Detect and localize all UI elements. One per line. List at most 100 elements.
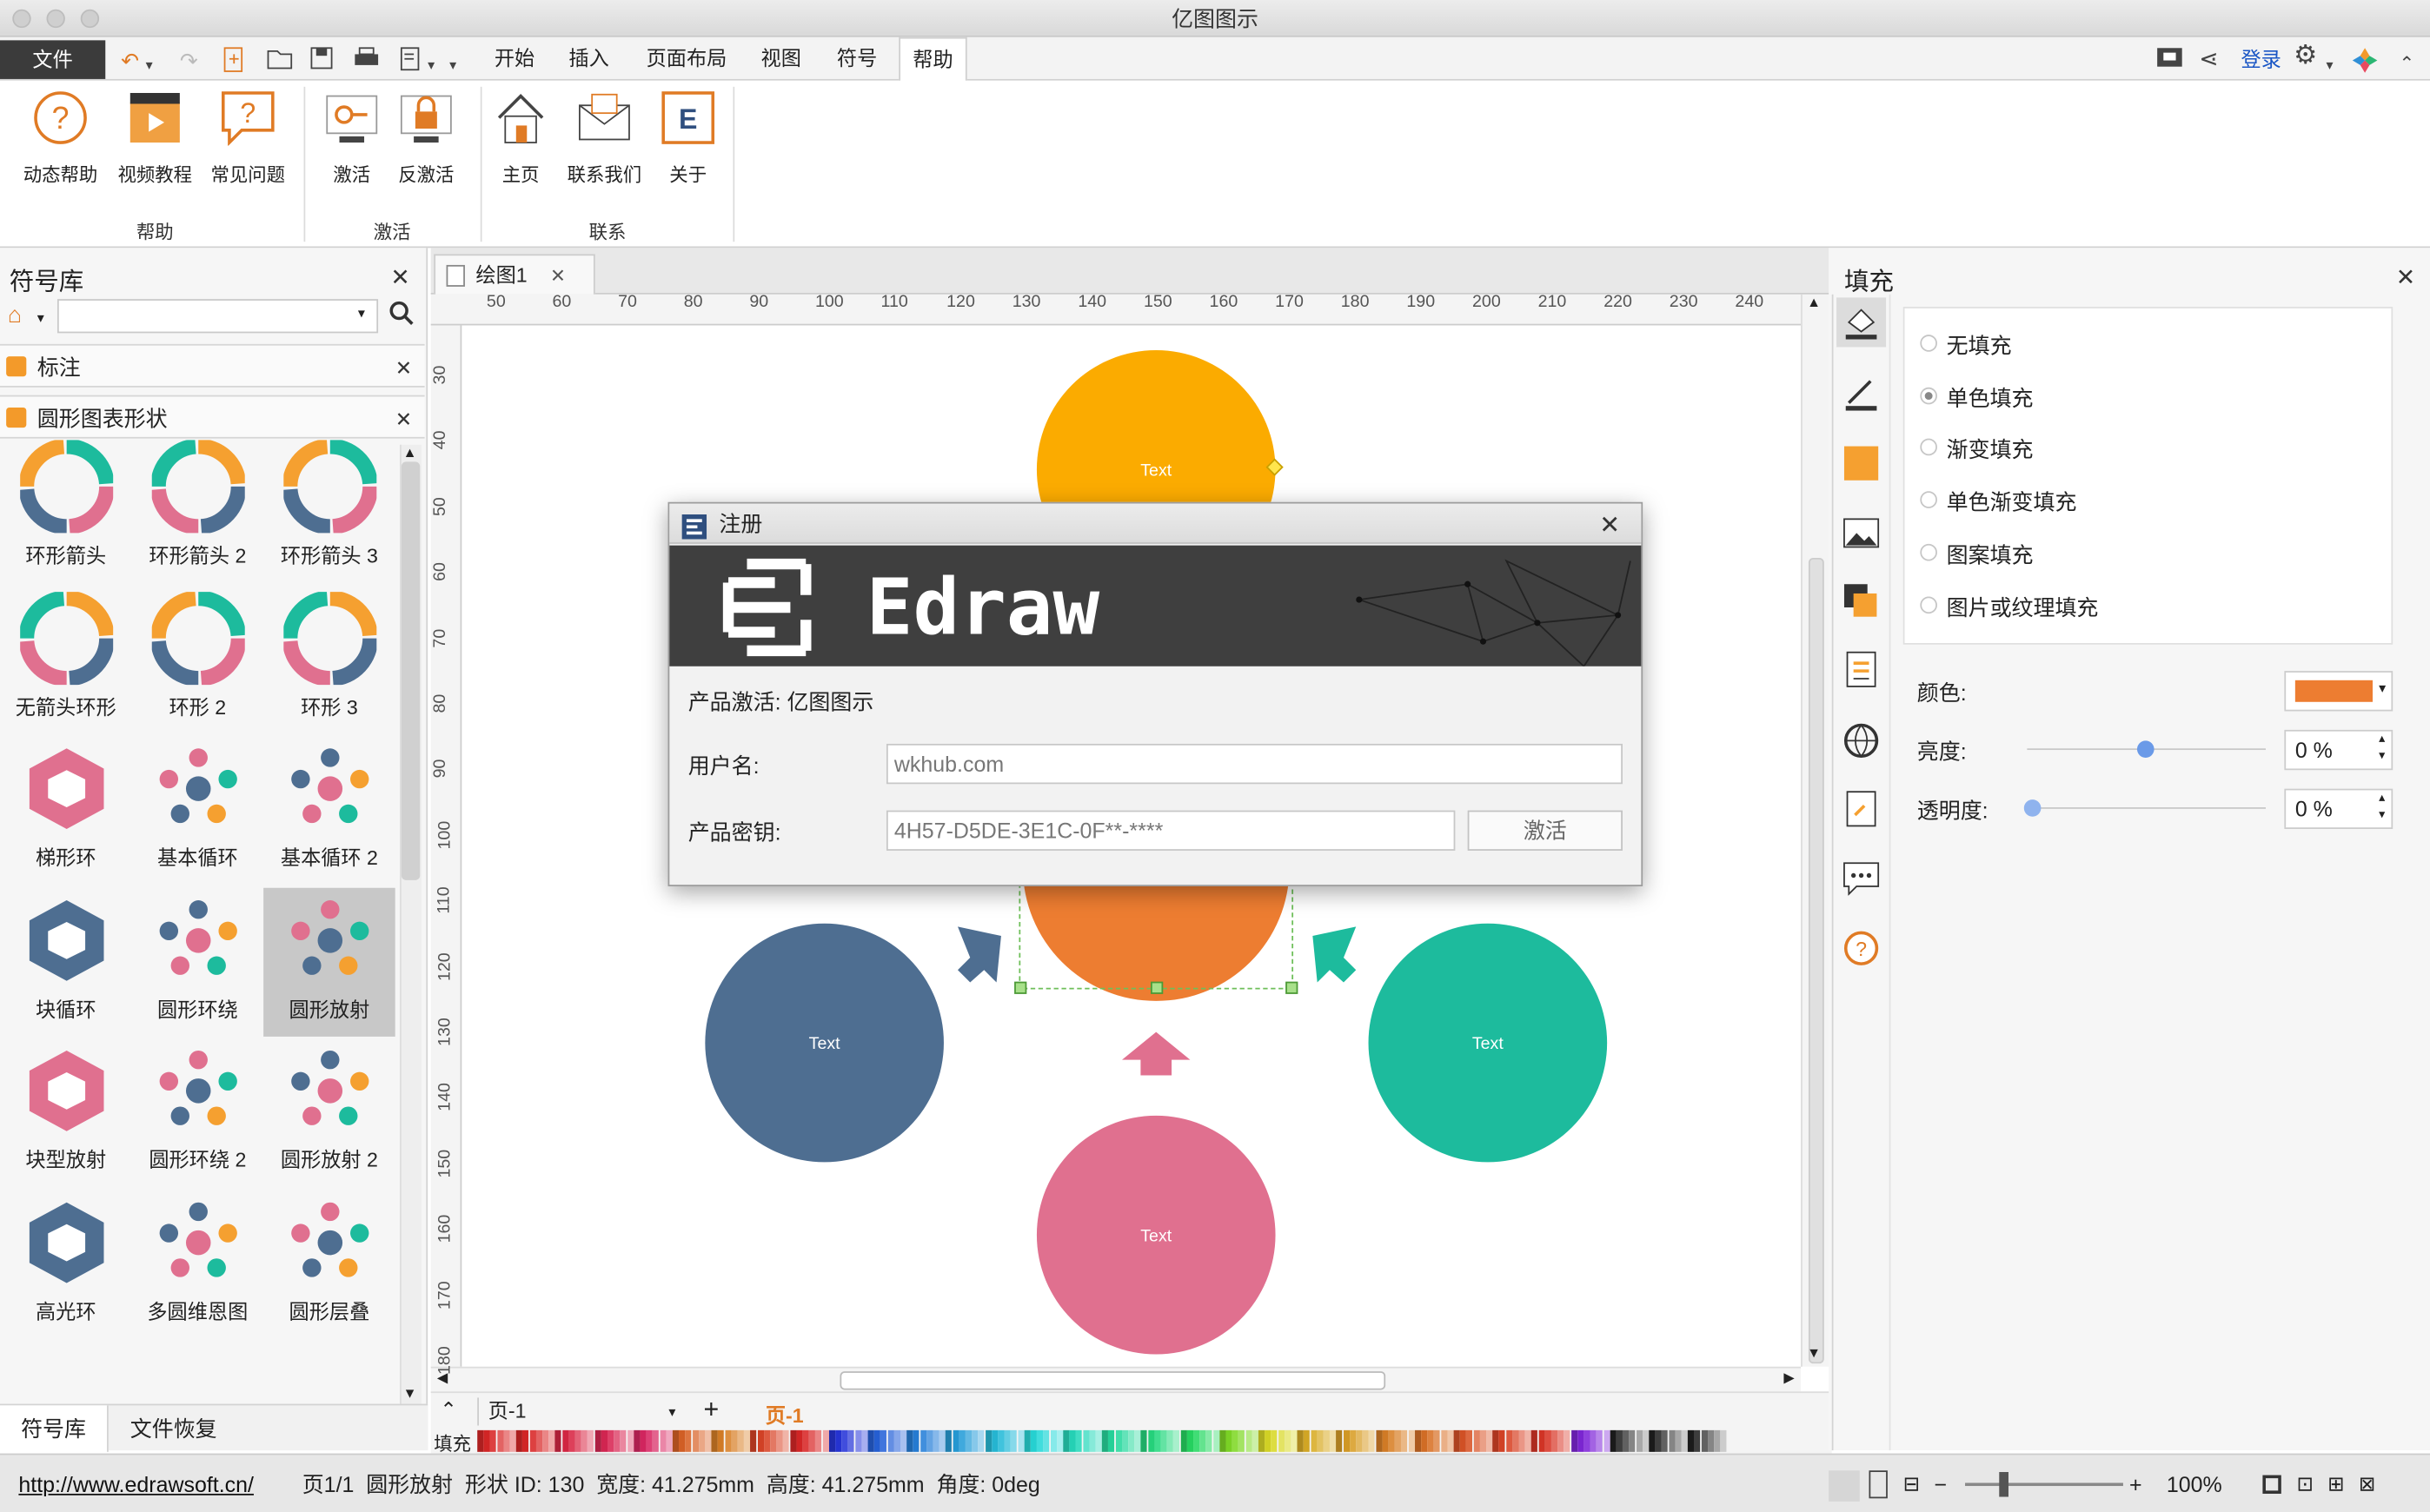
new-file-icon[interactable] bbox=[223, 46, 245, 78]
palette-swatch[interactable] bbox=[490, 1429, 497, 1452]
palette-swatch[interactable] bbox=[867, 1429, 874, 1452]
canvas-hscroll-thumb[interactable] bbox=[840, 1371, 1386, 1390]
palette-swatch[interactable] bbox=[1004, 1429, 1011, 1452]
library-shape-item[interactable]: 环形箭头 2 bbox=[132, 434, 264, 582]
palette-swatch[interactable] bbox=[659, 1429, 667, 1452]
palette-swatch[interactable] bbox=[1557, 1429, 1564, 1452]
palette-swatch[interactable] bbox=[1642, 1429, 1649, 1452]
palette-swatch[interactable] bbox=[731, 1429, 738, 1452]
palette-swatch[interactable] bbox=[1063, 1429, 1070, 1452]
library-home-dropdown-icon[interactable]: ▾ bbox=[37, 310, 44, 328]
palette-swatch[interactable] bbox=[1395, 1429, 1402, 1452]
transparency-slider-track[interactable] bbox=[2027, 807, 2266, 809]
palette-swatch[interactable] bbox=[1720, 1429, 1727, 1452]
palette-swatch[interactable] bbox=[1414, 1429, 1421, 1452]
palette-swatch[interactable] bbox=[1343, 1429, 1350, 1452]
palette-swatch[interactable] bbox=[822, 1429, 829, 1452]
palette-swatch[interactable] bbox=[1102, 1429, 1109, 1452]
palette-swatch[interactable] bbox=[1265, 1429, 1271, 1452]
palette-swatch[interactable] bbox=[1147, 1429, 1154, 1452]
document-tab[interactable]: 绘图1 ✕ bbox=[434, 254, 595, 295]
palette-swatch[interactable] bbox=[1278, 1429, 1285, 1452]
palette-swatch[interactable] bbox=[835, 1429, 842, 1452]
share-icon[interactable]: ⋖ bbox=[2199, 46, 2218, 74]
palette-swatch[interactable] bbox=[1056, 1429, 1063, 1452]
palette-swatch[interactable] bbox=[535, 1429, 542, 1452]
comment-icon[interactable] bbox=[1842, 861, 1880, 900]
palette-swatch[interactable] bbox=[1440, 1429, 1447, 1452]
palette-swatch[interactable] bbox=[607, 1429, 614, 1452]
palette-swatch[interactable] bbox=[1037, 1429, 1044, 1452]
palette-swatch[interactable] bbox=[1382, 1429, 1389, 1452]
palette-swatch[interactable] bbox=[861, 1429, 868, 1452]
palette-swatch[interactable] bbox=[1154, 1429, 1161, 1452]
palette-swatch[interactable] bbox=[653, 1429, 660, 1452]
selection-handle[interactable] bbox=[1150, 981, 1164, 994]
selection-handle[interactable] bbox=[1014, 981, 1027, 994]
fill-option-radio[interactable] bbox=[1920, 595, 1937, 613]
redo-icon[interactable]: ↷ bbox=[180, 46, 198, 74]
library-section-circular-shapes[interactable]: 圆形图表形状 bbox=[0, 395, 425, 439]
library-shape-item[interactable]: 梯形环 bbox=[0, 736, 132, 885]
palette-swatch[interactable] bbox=[1707, 1429, 1714, 1452]
palette-swatch[interactable] bbox=[1688, 1429, 1695, 1452]
zoom-out-icon[interactable]: − bbox=[1934, 1455, 1947, 1512]
palette-swatch[interactable] bbox=[1590, 1429, 1597, 1452]
login-link[interactable]: 登录 bbox=[2241, 46, 2281, 74]
palette-swatch[interactable] bbox=[503, 1429, 510, 1452]
library-shape-item[interactable]: 高光环 bbox=[0, 1190, 132, 1338]
palette-swatch[interactable] bbox=[483, 1429, 490, 1452]
close-library-icon[interactable]: ✕ bbox=[390, 267, 409, 290]
palette-swatch[interactable] bbox=[1701, 1429, 1708, 1452]
palette-swatch[interactable] bbox=[1518, 1429, 1525, 1452]
tab-start[interactable]: 开始 bbox=[482, 37, 548, 81]
dynamic-help-button[interactable]: ? 动态帮助 bbox=[14, 90, 107, 187]
left-arrow-shape[interactable] bbox=[957, 926, 1001, 983]
page-selector[interactable]: 页-1 ▾ bbox=[477, 1397, 681, 1426]
palette-swatch[interactable] bbox=[1505, 1429, 1512, 1452]
library-shape-item[interactable]: 圆形环绕 2 bbox=[132, 1038, 264, 1187]
palette-swatch[interactable] bbox=[933, 1429, 939, 1452]
palette-swatch[interactable] bbox=[633, 1429, 641, 1452]
shadow-tool-icon[interactable] bbox=[1843, 446, 1879, 481]
library-section-callout[interactable]: 标注 bbox=[0, 343, 425, 388]
palette-swatch[interactable] bbox=[1304, 1429, 1311, 1452]
palette-swatch[interactable] bbox=[1095, 1429, 1102, 1452]
palette-swatch[interactable] bbox=[1531, 1429, 1538, 1452]
palette-swatch[interactable] bbox=[1512, 1429, 1519, 1452]
palette-swatch[interactable] bbox=[666, 1429, 673, 1452]
palette-swatch[interactable] bbox=[1597, 1429, 1603, 1452]
palette-swatch[interactable] bbox=[991, 1429, 998, 1452]
fill-option-radio[interactable] bbox=[1920, 543, 1937, 561]
screen-icon[interactable] bbox=[2155, 46, 2183, 77]
library-shape-item[interactable]: 圆形放射 2 bbox=[263, 1038, 395, 1187]
palette-swatch[interactable] bbox=[588, 1429, 594, 1452]
scroll-right-icon[interactable]: ▶ bbox=[1783, 1369, 1794, 1387]
library-shape-item[interactable]: 圆形放射 bbox=[263, 886, 395, 1037]
palette-swatch[interactable] bbox=[1043, 1429, 1050, 1452]
palette-swatch[interactable] bbox=[809, 1429, 816, 1452]
palette-swatch[interactable] bbox=[1212, 1429, 1219, 1452]
palette-swatch[interactable] bbox=[1167, 1429, 1174, 1452]
palette-swatch[interactable] bbox=[1193, 1429, 1200, 1452]
palette-swatch[interactable] bbox=[828, 1429, 835, 1452]
zoom-slider-thumb[interactable] bbox=[1999, 1472, 2008, 1497]
actual-size-icon[interactable]: ⊡ bbox=[2297, 1455, 2314, 1512]
tab-symbol-library[interactable]: 符号库 bbox=[0, 1405, 109, 1452]
add-page-icon[interactable]: + bbox=[704, 1395, 720, 1426]
undo-icon[interactable]: ↶ bbox=[121, 46, 139, 74]
close-section-icon[interactable]: ✕ bbox=[395, 356, 412, 380]
fill-tool-icon[interactable] bbox=[1836, 297, 1887, 348]
undo-dropdown-icon[interactable]: ▾ bbox=[146, 51, 153, 79]
palette-swatch[interactable] bbox=[1205, 1429, 1213, 1452]
library-shape-item[interactable]: 块循环 bbox=[0, 887, 132, 1036]
library-shape-item[interactable]: 基本循环 bbox=[132, 736, 264, 885]
palette-swatch[interactable] bbox=[1186, 1429, 1193, 1452]
library-search-dropdown-icon[interactable]: ▾ bbox=[358, 305, 365, 322]
close-dialog-icon[interactable]: ✕ bbox=[1599, 507, 1620, 547]
deactivate-button[interactable]: 反激活 bbox=[380, 90, 473, 187]
transparency-slider-thumb[interactable] bbox=[2023, 799, 2042, 817]
palette-swatch[interactable] bbox=[1076, 1429, 1083, 1452]
palette-swatch[interactable] bbox=[757, 1429, 764, 1452]
palette-swatch[interactable] bbox=[1349, 1429, 1356, 1452]
